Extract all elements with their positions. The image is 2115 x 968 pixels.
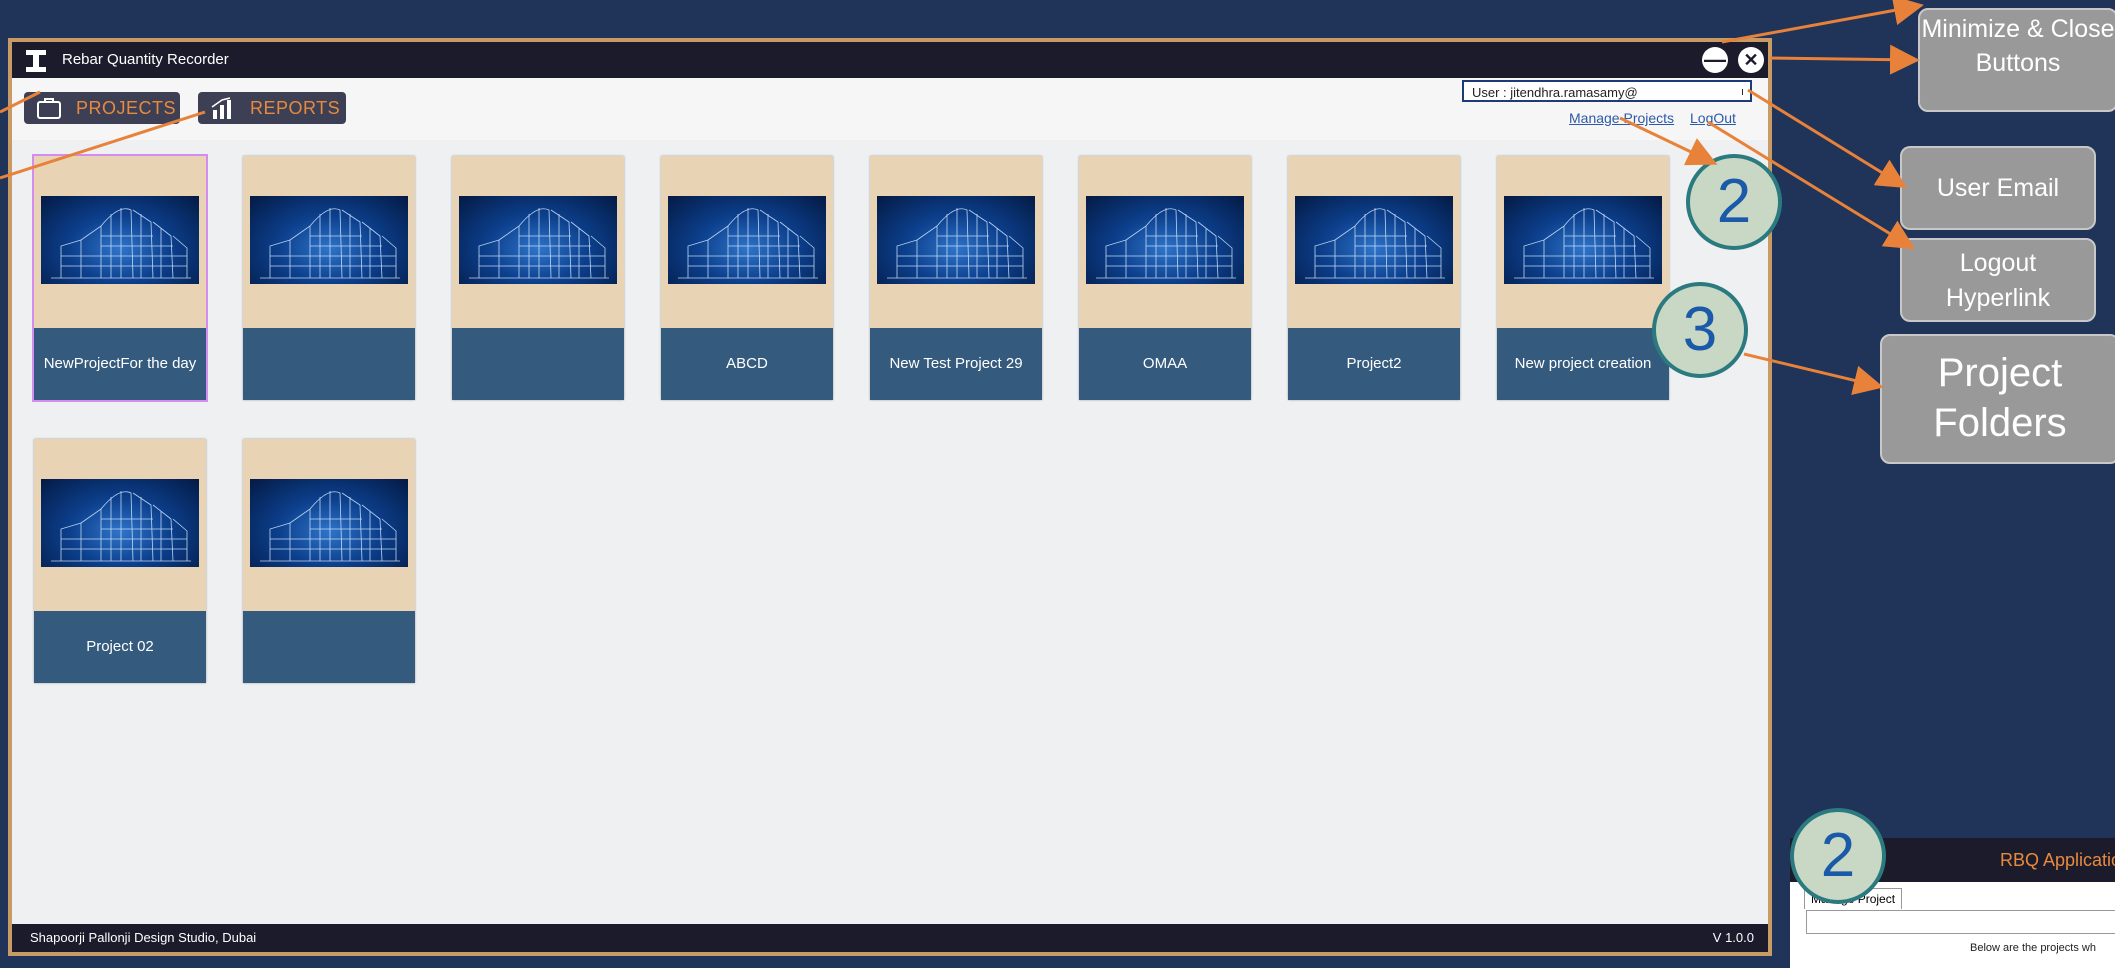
annotation-arrow	[1747, 88, 1908, 189]
annotation-arrow	[0, 90, 41, 114]
annotation-arrows	[0, 0, 1924, 396]
annotation-arrow	[0, 110, 206, 180]
annotation-arrow	[1707, 120, 1916, 250]
annotation-arrow	[1769, 44, 1920, 75]
annotation-arrow	[1619, 116, 1718, 166]
annotation-arrow	[1721, 0, 1924, 44]
annotation-arrow	[1743, 352, 1884, 396]
